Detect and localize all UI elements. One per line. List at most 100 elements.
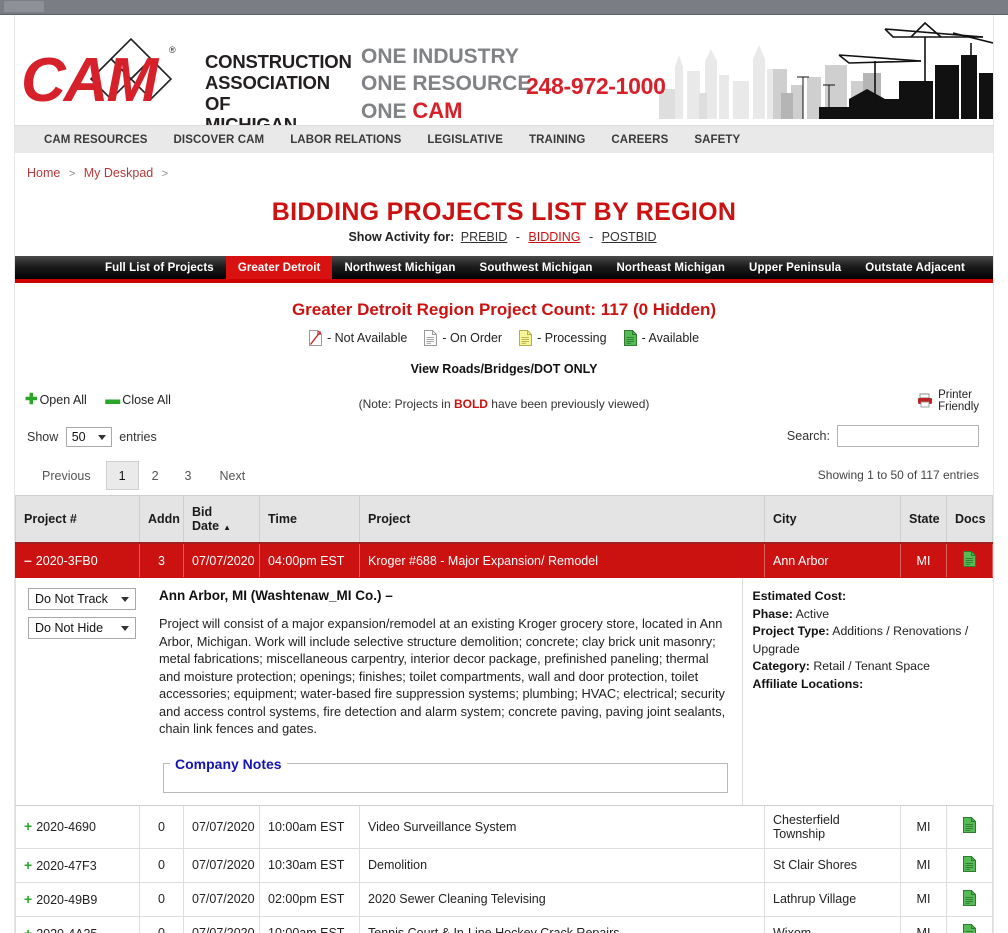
region-tab-full-list[interactable]: Full List of Projects <box>93 256 226 279</box>
nav-item-cam-resources[interactable]: CAM RESOURCES <box>31 134 161 146</box>
doc-available-icon[interactable] <box>963 889 976 906</box>
nav-item-discover-cam[interactable]: DISCOVER CAM <box>161 134 278 146</box>
printer-friendly-button[interactable]: Printer Friendly <box>916 389 979 413</box>
cell-project-name: Tennis Court & In-Line Hockey Crack Repa… <box>359 916 765 933</box>
project-number-value: 2020-4690 <box>36 820 96 834</box>
chevron-down-icon <box>97 435 106 440</box>
entries-per-page-select[interactable]: 50 <box>65 427 112 447</box>
column-header-project[interactable]: Project <box>359 495 765 544</box>
cell-state: MI <box>900 848 947 883</box>
cell-docs[interactable] <box>946 805 993 849</box>
column-header-bid-date[interactable]: Bid Date ▲ <box>183 495 260 544</box>
doc-available-icon[interactable] <box>963 923 976 933</box>
projects-table-header: Project # Addn Bid Date ▲ Time Project Ci… <box>15 495 993 544</box>
pagination-previous[interactable]: Previous <box>27 461 106 490</box>
detail-label-category: Category: <box>752 659 810 673</box>
doc-available-icon[interactable] <box>963 551 976 567</box>
region-project-count: Greater Detroit Region Project Count: 11… <box>291 300 717 319</box>
legend-label-not-available: - Not Available <box>326 331 408 345</box>
company-notes-fieldset: Company Notes <box>163 755 728 793</box>
hide-project-select[interactable]: Do Not Hide <box>28 617 136 639</box>
column-header-project-number[interactable]: Project # <box>15 495 140 544</box>
printer-icon <box>916 392 934 411</box>
table-row[interactable]: +2020-4A35 0 07/07/2020 10:00am EST Tenn… <box>15 916 993 933</box>
activity-option-prebid[interactable]: PREBID <box>458 230 511 244</box>
nav-item-training[interactable]: TRAINING <box>516 134 598 146</box>
table-row[interactable]: +2020-47F3 0 07/07/2020 10:30am EST Demo… <box>15 848 993 883</box>
showing-entries-text: Showing 1 to 50 of 117 entries <box>817 468 979 482</box>
cell-addn: 0 <box>139 882 184 917</box>
table-row[interactable]: –2020-3FB0 3 07/07/2020 04:00pm EST Krog… <box>15 543 993 578</box>
expand-row-icon[interactable]: + <box>24 891 32 907</box>
cell-docs[interactable] <box>946 848 993 883</box>
track-project-select[interactable]: Do Not Track <box>28 588 136 610</box>
cell-project-name: Demolition <box>359 848 765 883</box>
track-project-value: Do Not Track <box>35 592 108 606</box>
nav-item-labor-relations[interactable]: LABOR RELATIONS <box>277 134 414 146</box>
legend-item-not-available: - Not Available <box>308 330 408 346</box>
breadcrumb-home[interactable]: Home <box>27 166 60 180</box>
doc-available-icon[interactable] <box>963 817 976 833</box>
activity-option-bidding[interactable]: BIDDING <box>525 230 583 244</box>
show-activity-row: Show Activity for: PREBID - BIDDING - PO… <box>15 230 993 244</box>
cell-docs[interactable] <box>946 882 993 917</box>
search-area: Search: <box>787 425 979 447</box>
region-tab-greater-detroit[interactable]: Greater Detroit <box>225 256 333 279</box>
bold-note: (Note: Projects in BOLD have been previo… <box>15 397 993 411</box>
svg-text:®: ® <box>169 45 176 55</box>
cell-bid-date: 07/07/2020 <box>183 543 260 578</box>
page-content-frame: ® CAM CONSTRUCTION ASSOCIATION OF MICHIG… <box>14 15 994 933</box>
nav-item-legislative[interactable]: LEGISLATIVE <box>414 134 516 146</box>
bold-note-prefix: (Note: Projects in <box>358 397 454 411</box>
expand-row-icon[interactable]: + <box>24 925 32 933</box>
column-header-docs[interactable]: Docs <box>946 495 993 544</box>
project-number-value: 2020-4A35 <box>36 927 97 933</box>
company-notes-legend: Company Notes <box>175 755 282 772</box>
cell-addn: 0 <box>139 916 184 933</box>
nav-item-careers[interactable]: CAREERS <box>598 134 681 146</box>
column-header-city[interactable]: City <box>764 495 901 544</box>
detail-location: Ann Arbor, MI (Washtenaw_MI Co.) – <box>159 588 393 603</box>
doc-available-icon[interactable] <box>963 855 976 872</box>
cell-docs[interactable] <box>946 916 993 933</box>
activity-option-postbid[interactable]: POSTBID <box>599 230 660 244</box>
table-row[interactable]: +2020-49B9 0 07/07/2020 02:00pm EST 2020… <box>15 882 993 917</box>
cam-logo-line-3: MICHIGAN <box>205 114 297 125</box>
collapse-row-icon[interactable]: – <box>24 552 32 568</box>
printer-friendly-label: Printer Friendly <box>938 389 979 413</box>
region-tab-southwest-michigan[interactable]: Southwest Michigan <box>468 256 605 279</box>
region-tab-northeast-michigan[interactable]: Northeast Michigan <box>605 256 738 279</box>
pagination-page-3[interactable]: 3 <box>172 461 205 490</box>
cell-project-number[interactable]: +2020-49B9 <box>15 882 140 917</box>
header-tagline: ONE INDUSTRY ONE RESOURCE ONE CAM <box>361 43 531 125</box>
column-header-addn[interactable]: Addn <box>139 495 184 544</box>
cell-docs[interactable] <box>946 543 993 578</box>
region-tab-upper-peninsula[interactable]: Upper Peninsula <box>737 256 853 279</box>
expand-row-icon[interactable]: + <box>24 818 32 834</box>
breadcrumb-my-deskpad[interactable]: My Deskpad <box>84 166 153 180</box>
project-number-value: 2020-3FB0 <box>35 554 98 568</box>
cell-project-number[interactable]: +2020-4A35 <box>15 916 140 933</box>
cell-project-number[interactable]: –2020-3FB0 <box>15 543 140 578</box>
cell-city: Ann Arbor <box>764 543 901 578</box>
cam-logo[interactable]: ® CAM CONSTRUCTION ASSOCIATION OF MICHIG… <box>19 27 352 125</box>
tagline-cam-brand: CAM <box>412 98 463 123</box>
region-tab-northwest-michigan[interactable]: Northwest Michigan <box>332 256 467 279</box>
detail-field-estimated-cost: Estimated Cost: <box>753 588 983 606</box>
expand-row-icon[interactable]: + <box>24 857 32 873</box>
search-input[interactable] <box>837 425 979 447</box>
column-header-time[interactable]: Time <box>259 495 360 544</box>
pagination-page-2[interactable]: 2 <box>139 461 172 490</box>
pagination-next[interactable]: Next <box>205 461 261 490</box>
nav-item-safety[interactable]: SAFETY <box>681 134 753 146</box>
region-tab-outstate-adjacent[interactable]: Outstate Adjacent <box>853 256 977 279</box>
cell-project-number[interactable]: +2020-47F3 <box>15 848 140 883</box>
view-roads-bridges-dot-link[interactable]: View Roads/Bridges/DOT ONLY <box>15 362 993 376</box>
cell-project-number[interactable]: +2020-4690 <box>15 805 140 849</box>
cell-city: Lathrup Village <box>764 882 901 917</box>
detail-value-phase: Active <box>795 606 830 621</box>
column-header-state[interactable]: State <box>900 495 947 544</box>
site-header: ® CAM CONSTRUCTION ASSOCIATION OF MICHIG… <box>15 15 993 125</box>
pagination-page-1[interactable]: 1 <box>105 461 139 490</box>
table-row[interactable]: +2020-4690 0 07/07/2020 10:00am EST Vide… <box>15 805 993 849</box>
